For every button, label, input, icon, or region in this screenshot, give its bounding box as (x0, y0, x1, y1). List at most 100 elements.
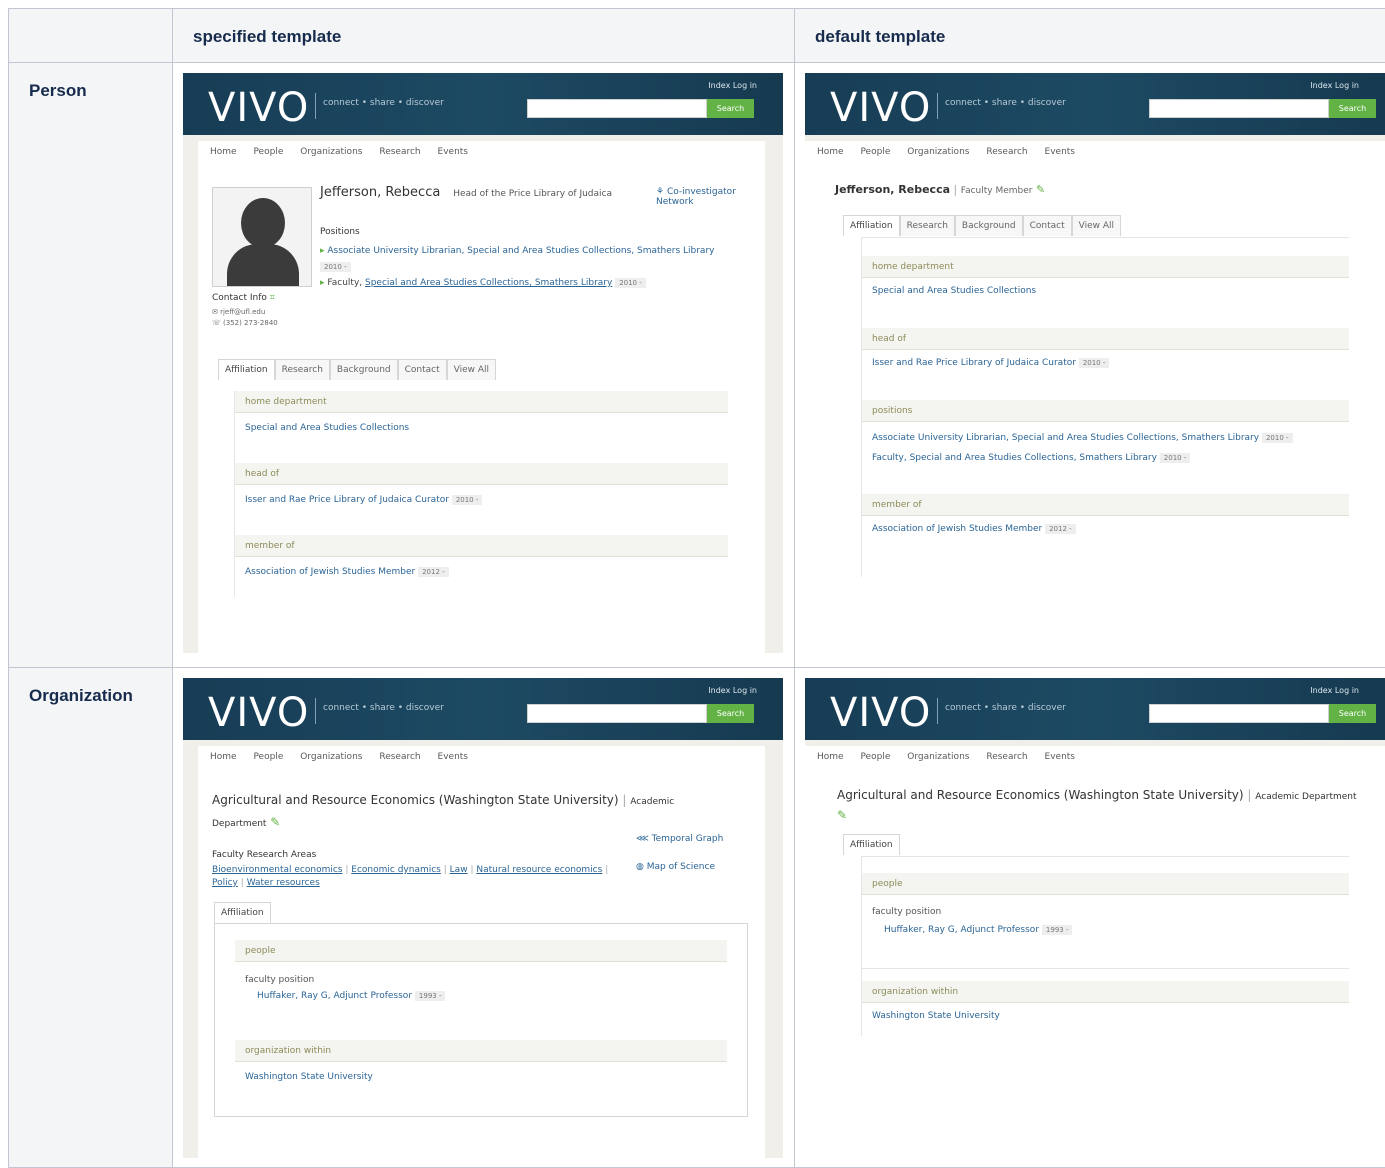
email-icon: ✉ (212, 308, 220, 316)
org-body: Agricultural and Resource Economics (Was… (805, 768, 1385, 1098)
position-item: Associate University Librarian, Special … (872, 428, 1339, 448)
home-department-link[interactable]: Special and Area Studies Collections (872, 286, 1036, 296)
tab-contact[interactable]: Contact (1023, 215, 1072, 236)
tab-view-all[interactable]: View All (1072, 215, 1121, 236)
nav-home[interactable]: Home (210, 752, 237, 762)
research-area-link[interactable]: Law (450, 865, 468, 875)
search-input[interactable] (527, 704, 707, 723)
research-area-link[interactable]: Economic dynamics (351, 865, 441, 875)
research-area-link[interactable]: Water resources (247, 878, 320, 888)
logo-divider (315, 93, 316, 119)
top-links[interactable]: Index Log in (708, 686, 757, 695)
section-positions: positions (862, 400, 1349, 422)
search-button[interactable]: Search (707, 99, 754, 118)
top-links[interactable]: Index Log in (708, 81, 757, 90)
date-badge: 2010 - (452, 495, 483, 505)
affiliation-panel: people faculty position Huffaker, Ray G,… (861, 856, 1349, 1036)
vivo-logo[interactable]: VIVO (208, 690, 309, 736)
tab-affiliation[interactable]: Affiliation (214, 902, 271, 923)
research-area-link[interactable]: Bioenvironmental economics (212, 865, 342, 875)
position-item: ▸ Associate University Librarian, Specia… (320, 243, 720, 275)
search-input[interactable] (527, 99, 707, 118)
parent-org-link[interactable]: Washington State University (245, 1072, 373, 1082)
research-area-link[interactable]: Policy (212, 878, 238, 888)
head-of-link[interactable]: Isser and Rae Price Library of Judaica C… (872, 358, 1076, 368)
section-member-of: member of (862, 494, 1349, 516)
contact-email[interactable]: ✉ rjeff@ufl.edu (212, 307, 278, 318)
tab-affiliation[interactable]: Affiliation (843, 215, 900, 236)
person-default-screenshot: VIVO connect • share • discover Index Lo… (805, 73, 1385, 605)
nav-events[interactable]: Events (1045, 752, 1075, 762)
temporal-graph-link[interactable]: ⋘ Temporal Graph (636, 834, 723, 844)
vivo-logo[interactable]: VIVO (208, 85, 309, 131)
header-specified-template: specified template (173, 9, 795, 63)
person-link[interactable]: Huffaker, Ray G, Adjunct Professor (884, 925, 1039, 935)
tab-background[interactable]: Background (330, 359, 398, 380)
nav-organizations[interactable]: Organizations (300, 752, 362, 762)
member-of-link[interactable]: Association of Jewish Studies Member (245, 567, 415, 577)
nav-home[interactable]: Home (817, 752, 844, 762)
research-area-link[interactable]: Natural resource economics (476, 865, 602, 875)
nav-research[interactable]: Research (379, 752, 420, 762)
top-links[interactable]: Index Log in (1310, 81, 1359, 90)
nav-research[interactable]: Research (379, 147, 420, 157)
search-button[interactable]: Search (1329, 704, 1376, 723)
tab-research[interactable]: Research (900, 215, 955, 236)
home-department-link[interactable]: Special and Area Studies Collections (245, 423, 409, 433)
faculty-position-label: faculty position (872, 903, 1339, 921)
edit-icon: ✎ (837, 808, 847, 822)
person-specified-screenshot: VIVO connect • share • discover Index Lo… (183, 73, 783, 653)
coinvestigator-link[interactable]: ⚘ Co-investigator Network (656, 187, 736, 207)
nav-people[interactable]: People (860, 147, 890, 157)
top-links[interactable]: Index Log in (1310, 686, 1359, 695)
contact-label: Contact Info ⌗ (212, 293, 275, 303)
research-areas-label: Faculty Research Areas (212, 850, 316, 860)
nav-people[interactable]: People (253, 147, 283, 157)
nav-home[interactable]: Home (817, 147, 844, 157)
vcard-icon: ⌗ (270, 293, 275, 303)
vivo-logo[interactable]: VIVO (830, 85, 931, 131)
nav-research[interactable]: Research (986, 147, 1027, 157)
tab-affiliation[interactable]: Affiliation (218, 359, 275, 380)
positions-list: ▸ Associate University Librarian, Specia… (320, 243, 720, 291)
tab-affiliation[interactable]: Affiliation (843, 834, 900, 855)
tab-research[interactable]: Research (275, 359, 330, 380)
affiliation-panel: people faculty position Huffaker, Ray G,… (214, 923, 748, 1117)
search-input[interactable] (1149, 704, 1329, 723)
section-member-of: member of (235, 535, 728, 557)
edit-icon: ✎ (270, 815, 280, 829)
nav-events[interactable]: Events (438, 752, 468, 762)
nav-research[interactable]: Research (986, 752, 1027, 762)
tab-background[interactable]: Background (955, 215, 1023, 236)
nav-people[interactable]: People (860, 752, 890, 762)
head-of-link[interactable]: Isser and Rae Price Library of Judaica C… (245, 495, 449, 505)
search-button[interactable]: Search (1329, 99, 1376, 118)
nav-organizations[interactable]: Organizations (300, 147, 362, 157)
position-item: Faculty, Special and Area Studies Collec… (872, 448, 1339, 468)
tab-contact[interactable]: Contact (398, 359, 447, 380)
member-of-link[interactable]: Association of Jewish Studies Member (872, 524, 1042, 534)
nav-people[interactable]: People (253, 752, 283, 762)
position-item: ▸ Faculty, Special and Area Studies Coll… (320, 275, 720, 291)
section-head-of: head of (235, 463, 728, 485)
nav-events[interactable]: Events (438, 147, 468, 157)
vivo-logo[interactable]: VIVO (830, 690, 931, 736)
map-of-science-link[interactable]: ◍ Map of Science (636, 862, 715, 872)
nav-organizations[interactable]: Organizations (907, 752, 969, 762)
affiliation-panel: home department Special and Area Studies… (234, 391, 728, 597)
vivo-tagline: connect • share • discover (323, 703, 444, 713)
parent-org-link[interactable]: Washington State University (872, 1011, 1000, 1021)
search-input[interactable] (1149, 99, 1329, 118)
vivo-tagline: connect • share • discover (945, 98, 1066, 108)
nav-organizations[interactable]: Organizations (907, 147, 969, 157)
search-button[interactable]: Search (707, 704, 754, 723)
section-home-department: home department (862, 256, 1349, 278)
nav-events[interactable]: Events (1045, 147, 1075, 157)
org-name: Agricultural and Resource Economics (Was… (837, 788, 1244, 802)
temporal-graph-icon: ⋘ (636, 834, 652, 844)
person-link[interactable]: Huffaker, Ray G, Adjunct Professor (257, 991, 412, 1001)
tab-view-all[interactable]: View All (447, 359, 496, 380)
section-organization-within: organization within (862, 981, 1349, 1003)
row-label-organization: Organization (9, 668, 173, 1168)
nav-home[interactable]: Home (210, 147, 237, 157)
